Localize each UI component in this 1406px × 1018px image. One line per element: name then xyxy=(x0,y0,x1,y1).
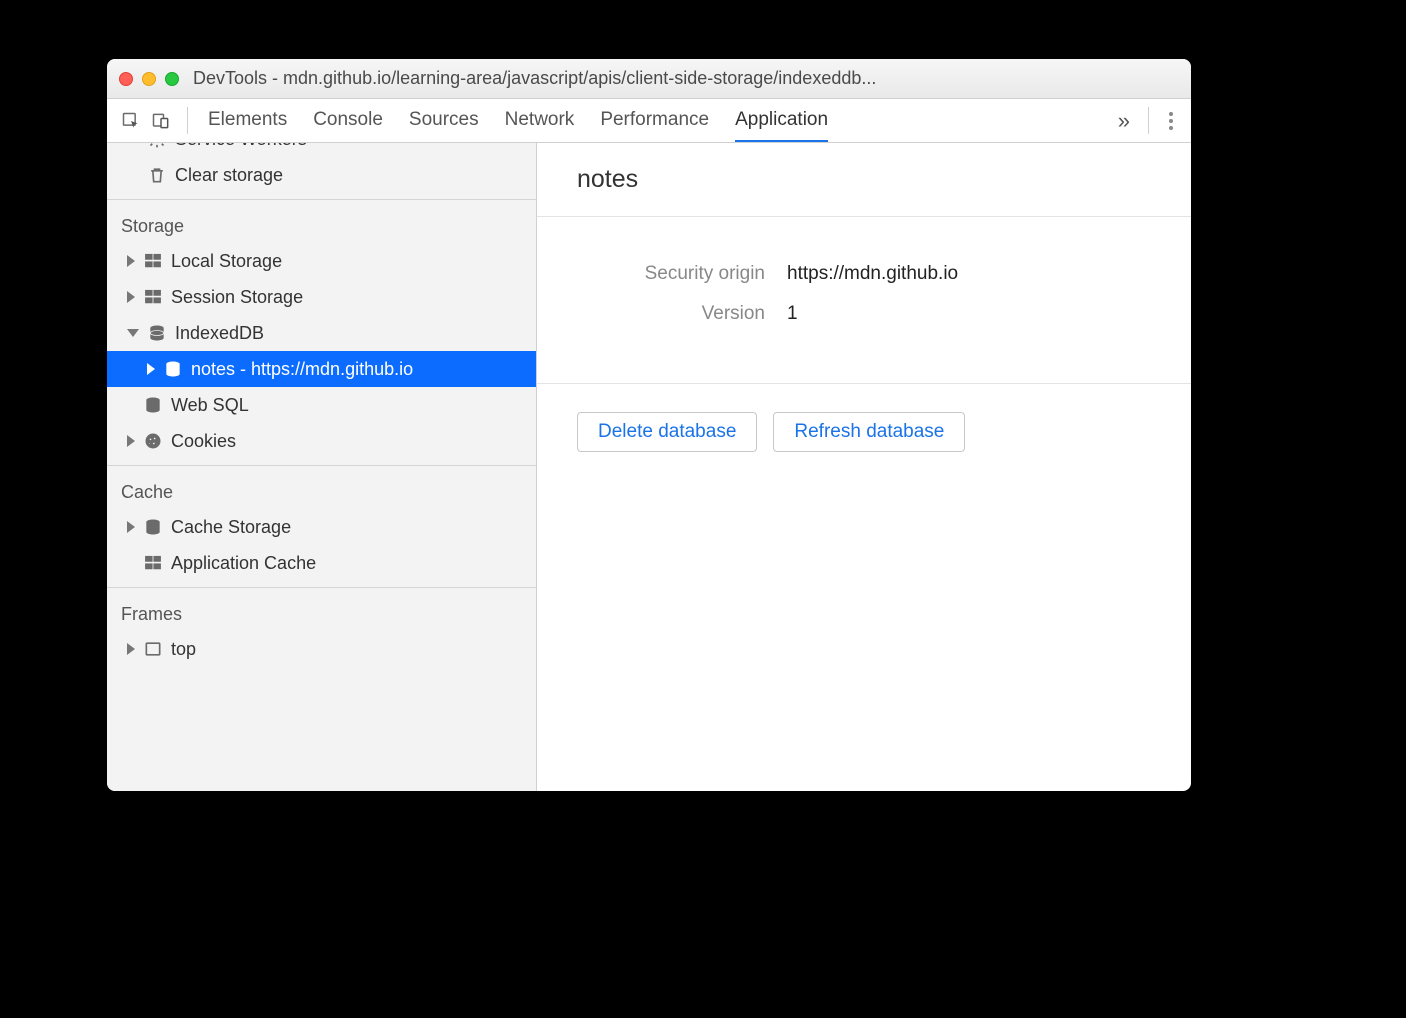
sidebar-item-label: IndexedDB xyxy=(175,323,264,344)
sidebar-item-cache-storage[interactable]: Cache Storage xyxy=(107,509,536,545)
chevron-right-icon xyxy=(127,521,135,533)
section-heading-frames: Frames xyxy=(107,594,536,631)
tab-elements[interactable]: Elements xyxy=(208,99,287,142)
tab-network[interactable]: Network xyxy=(505,99,575,142)
frame-icon xyxy=(143,639,163,659)
tab-sources[interactable]: Sources xyxy=(409,99,479,142)
chevron-right-icon xyxy=(127,435,135,447)
devtools-tabbar: Elements Console Sources Network Perform… xyxy=(107,99,1191,143)
sidebar-item-application-cache[interactable]: Application Cache xyxy=(107,545,536,581)
main-panel: notes Security origin https://mdn.github… xyxy=(537,143,1191,791)
sidebar-item-cookies[interactable]: Cookies xyxy=(107,423,536,459)
database-icon xyxy=(143,395,163,415)
kv-key: Version xyxy=(577,303,787,325)
sidebar-item-indexeddb[interactable]: IndexedDB xyxy=(107,315,536,351)
sidebar-item-clear-storage[interactable]: Clear storage xyxy=(107,157,536,193)
tabs-overflow-button[interactable]: » xyxy=(1110,99,1138,142)
sidebar-item-service-workers[interactable]: Service Workers xyxy=(107,143,536,157)
window-title: DevTools - mdn.github.io/learning-area/j… xyxy=(193,68,1179,89)
tabbar-tools xyxy=(115,99,177,142)
inspect-element-icon[interactable] xyxy=(121,111,141,131)
sidebar-item-frame-top[interactable]: top xyxy=(107,631,536,667)
separator xyxy=(187,107,188,134)
refresh-database-button[interactable]: Refresh database xyxy=(773,412,965,452)
devtools-window: DevTools - mdn.github.io/learning-area/j… xyxy=(107,59,1191,791)
tab-performance[interactable]: Performance xyxy=(600,99,709,142)
maximize-window-button[interactable] xyxy=(165,72,179,86)
sidebar-item-session-storage[interactable]: Session Storage xyxy=(107,279,536,315)
database-name-heading: notes xyxy=(537,143,1191,217)
chevron-right-icon xyxy=(147,363,155,375)
chevron-down-icon xyxy=(127,329,139,337)
sidebar-item-local-storage[interactable]: Local Storage xyxy=(107,243,536,279)
window-controls xyxy=(119,72,179,86)
grid-icon xyxy=(143,553,163,573)
section-heading-storage: Storage xyxy=(107,206,536,243)
database-icon xyxy=(147,323,167,343)
more-menu-button[interactable] xyxy=(1159,99,1183,142)
tab-application[interactable]: Application xyxy=(735,99,828,142)
chevron-right-icon xyxy=(127,643,135,655)
database-actions: Delete database Refresh database xyxy=(537,384,1191,480)
tab-console[interactable]: Console xyxy=(313,99,383,142)
gear-icon xyxy=(147,143,167,149)
kv-row-security-origin: Security origin https://mdn.github.io xyxy=(577,263,1151,285)
sidebar-item-label: Session Storage xyxy=(171,287,303,308)
close-window-button[interactable] xyxy=(119,72,133,86)
sidebar-item-label: top xyxy=(171,639,196,660)
cookie-icon xyxy=(143,431,163,451)
chevron-right-icon xyxy=(127,255,135,267)
kv-val: 1 xyxy=(787,303,798,325)
trash-icon xyxy=(147,165,167,185)
sidebar-item-label: Application Cache xyxy=(171,553,316,574)
database-icon xyxy=(143,517,163,537)
sidebar-item-label: Cookies xyxy=(171,431,236,452)
chevron-right-icon xyxy=(127,291,135,303)
sidebar-item-label: Cache Storage xyxy=(171,517,291,538)
sidebar-item-label: notes - https://mdn.github.io xyxy=(191,359,413,380)
section-heading-cache: Cache xyxy=(107,472,536,509)
minimize-window-button[interactable] xyxy=(142,72,156,86)
titlebar: DevTools - mdn.github.io/learning-area/j… xyxy=(107,59,1191,99)
sidebar-item-label: Local Storage xyxy=(171,251,282,272)
sidebar-item-label: Service Workers xyxy=(175,143,307,150)
separator xyxy=(1148,107,1149,134)
sidebar-item-label: Clear storage xyxy=(175,165,283,186)
sidebar-item-label: Web SQL xyxy=(171,395,249,416)
grid-icon xyxy=(143,251,163,271)
tabs-container: Elements Console Sources Network Perform… xyxy=(198,99,1110,142)
delete-database-button[interactable]: Delete database xyxy=(577,412,757,452)
sidebar-item-websql[interactable]: Web SQL xyxy=(107,387,536,423)
kv-val: https://mdn.github.io xyxy=(787,263,958,285)
database-details: Security origin https://mdn.github.io Ve… xyxy=(537,217,1191,384)
sidebar-item-database-notes[interactable]: notes - https://mdn.github.io xyxy=(107,351,536,387)
kv-row-version: Version 1 xyxy=(577,303,1151,325)
content-area: Service Workers Clear storage Storage Lo… xyxy=(107,143,1191,791)
kv-key: Security origin xyxy=(577,263,787,285)
application-sidebar: Service Workers Clear storage Storage Lo… xyxy=(107,143,537,791)
grid-icon xyxy=(143,287,163,307)
database-icon xyxy=(163,359,183,379)
responsive-mode-icon[interactable] xyxy=(151,111,171,131)
